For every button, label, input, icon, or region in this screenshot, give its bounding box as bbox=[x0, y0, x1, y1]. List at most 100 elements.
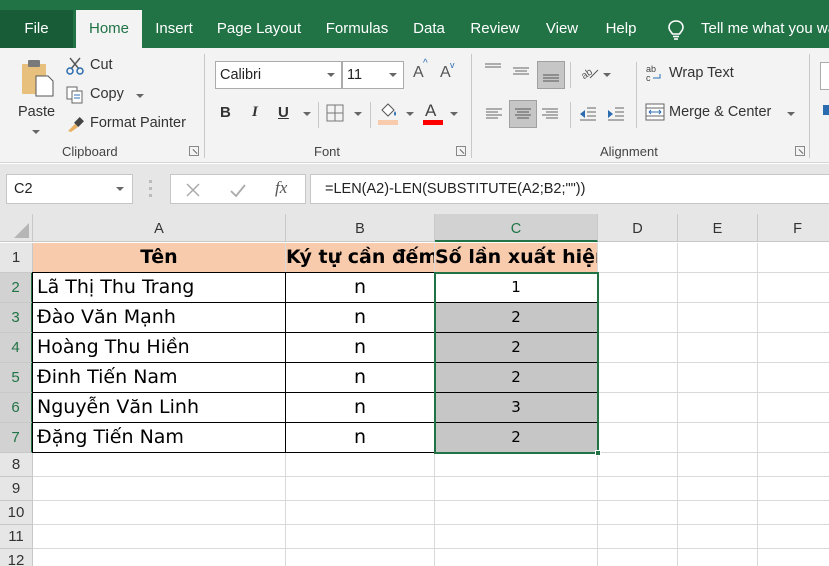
underline-button[interactable]: U bbox=[278, 104, 294, 126]
copy-dropdown-icon[interactable] bbox=[136, 94, 144, 98]
tab-file[interactable]: File bbox=[0, 10, 73, 48]
row-header-4[interactable]: 4 bbox=[0, 333, 33, 363]
selection-range bbox=[434, 272, 599, 454]
font-size-select[interactable]: 11 bbox=[342, 61, 404, 89]
tab-insert[interactable]: Insert bbox=[146, 10, 202, 48]
row-header-3[interactable]: 3 bbox=[0, 303, 33, 333]
align-left-icon bbox=[486, 108, 502, 119]
clipboard-launcher-icon[interactable] bbox=[189, 146, 199, 156]
char-cell[interactable]: n bbox=[286, 363, 434, 392]
row-header-2[interactable]: 2 bbox=[0, 273, 33, 303]
fill-color-dropdown-icon[interactable] bbox=[406, 112, 414, 116]
fill-color-button[interactable] bbox=[378, 102, 400, 126]
cut-label: Cut bbox=[90, 57, 113, 73]
borders-dropdown-icon[interactable] bbox=[354, 112, 362, 116]
name-box[interactable]: C2 bbox=[6, 174, 133, 204]
char-cell[interactable]: n bbox=[286, 333, 434, 362]
header-cell[interactable]: Ký tự cần đếm bbox=[286, 243, 434, 272]
row-header-6[interactable]: 6 bbox=[0, 393, 33, 423]
format-painter-button[interactable]: Format Painter bbox=[66, 114, 190, 136]
tab-page-layout[interactable]: Page Layout bbox=[210, 10, 308, 48]
row-header-9[interactable]: 9 bbox=[0, 477, 33, 501]
bold-button[interactable]: B bbox=[220, 104, 236, 126]
italic-button[interactable]: I bbox=[252, 104, 268, 126]
ribbon-home: Paste Cut Copy Format Painter Clipboard bbox=[0, 48, 829, 163]
column-header-b[interactable]: B bbox=[286, 214, 435, 242]
select-all-button[interactable] bbox=[0, 214, 33, 242]
row-header-11[interactable]: 11 bbox=[0, 525, 33, 549]
row-header-1[interactable]: 1 bbox=[0, 243, 33, 273]
column-header-a[interactable]: A bbox=[33, 214, 286, 242]
cut-button[interactable]: Cut bbox=[66, 56, 126, 78]
accounting-format-button[interactable] bbox=[823, 105, 829, 115]
merge-center-button[interactable]: Merge & Center bbox=[645, 102, 775, 126]
tab-formulas[interactable]: Formulas bbox=[318, 10, 396, 48]
enter-icon[interactable] bbox=[229, 182, 247, 198]
top-align-button[interactable] bbox=[483, 62, 505, 82]
font-family-select[interactable]: Calibri bbox=[215, 61, 342, 89]
underline-dropdown-icon[interactable] bbox=[303, 112, 311, 116]
tab-review[interactable]: Review bbox=[464, 10, 526, 48]
wrap-text-label: Wrap Text bbox=[669, 65, 734, 81]
name-cell[interactable]: Hoàng Thu Hiền bbox=[33, 333, 285, 362]
header-cell[interactable]: Số lần xuất hiện bbox=[435, 243, 597, 272]
row-header-5[interactable]: 5 bbox=[0, 363, 33, 393]
row-header-10[interactable]: 10 bbox=[0, 501, 33, 525]
copy-button[interactable]: Copy bbox=[66, 85, 150, 107]
font-color-dropdown-icon[interactable] bbox=[450, 112, 458, 116]
font-color-button[interactable]: A bbox=[422, 101, 444, 125]
name-cell[interactable]: Nguyễn Văn Linh bbox=[33, 393, 285, 422]
cancel-icon[interactable] bbox=[185, 182, 201, 198]
char-cell[interactable]: n bbox=[286, 423, 434, 452]
header-cell[interactable]: Tên bbox=[33, 243, 285, 272]
name-cell[interactable]: Đào Văn Mạnh bbox=[33, 303, 285, 332]
align-left-button[interactable] bbox=[484, 104, 504, 124]
char-cell[interactable]: n bbox=[286, 393, 434, 422]
fill-handle[interactable] bbox=[595, 450, 601, 456]
paste-dropdown-icon[interactable] bbox=[32, 130, 40, 134]
separator bbox=[318, 102, 319, 128]
char-cell[interactable]: n bbox=[286, 303, 434, 332]
column-header-f[interactable]: F bbox=[758, 214, 829, 242]
name-cell[interactable]: Đặng Tiến Nam bbox=[33, 423, 285, 452]
column-header-e[interactable]: E bbox=[678, 214, 758, 242]
merge-center-dropdown-icon[interactable] bbox=[787, 112, 795, 116]
number-format-select[interactable] bbox=[820, 62, 829, 90]
tab-data[interactable]: Data bbox=[405, 10, 453, 48]
increase-font-size-button[interactable]: A ^ bbox=[413, 58, 431, 86]
tab-home[interactable]: Home bbox=[76, 10, 142, 48]
tab-help[interactable]: Help bbox=[598, 10, 644, 48]
worksheet-grid[interactable]: A B C D E F 1 2 3 4 5 6 7 8 9 10 11 12 Tên Ký tự cần đếm Số … bbox=[0, 214, 829, 566]
bottom-align-button[interactable] bbox=[537, 61, 565, 89]
row-header-7[interactable]: 7 bbox=[0, 423, 33, 453]
increase-indent-button[interactable] bbox=[606, 104, 626, 124]
row-header-12[interactable]: 12 bbox=[0, 549, 33, 566]
orientation-button[interactable]: ab bbox=[578, 62, 602, 84]
up-caret-icon: ^ bbox=[423, 58, 428, 69]
tab-view[interactable]: View bbox=[538, 10, 586, 48]
row-header-8[interactable]: 8 bbox=[0, 453, 33, 477]
copy-label: Copy bbox=[90, 86, 124, 102]
column-header-d[interactable]: D bbox=[598, 214, 678, 242]
insert-function-icon[interactable]: fx bbox=[275, 178, 287, 198]
char-cell[interactable]: n bbox=[286, 273, 434, 302]
name-cell[interactable]: Đinh Tiến Nam bbox=[33, 363, 285, 392]
group-separator bbox=[204, 54, 205, 158]
name-cell[interactable]: Lã Thị Thu Trang bbox=[33, 273, 285, 302]
decrease-font-size-button[interactable]: A v bbox=[440, 60, 458, 86]
resize-handle[interactable] bbox=[149, 180, 152, 198]
formula-input[interactable]: =LEN(A2)-LEN(SUBSTITUTE(A2;B2;"")) bbox=[310, 174, 829, 204]
wrap-text-button[interactable]: ab c Wrap Text bbox=[645, 63, 745, 87]
align-center-button[interactable] bbox=[509, 100, 537, 128]
middle-align-button[interactable] bbox=[511, 62, 533, 82]
tell-me-text: Tell me what you want to do bbox=[701, 20, 829, 37]
alignment-launcher-icon[interactable] bbox=[795, 146, 805, 156]
decrease-indent-icon bbox=[580, 107, 596, 121]
font-launcher-icon[interactable] bbox=[456, 146, 466, 156]
borders-button[interactable] bbox=[326, 104, 346, 124]
decrease-indent-button[interactable] bbox=[578, 104, 598, 124]
paste-button[interactable]: Paste bbox=[12, 54, 58, 134]
column-header-c[interactable]: C bbox=[435, 214, 598, 242]
orientation-dropdown-icon[interactable] bbox=[603, 73, 611, 77]
align-right-button[interactable] bbox=[540, 104, 560, 124]
